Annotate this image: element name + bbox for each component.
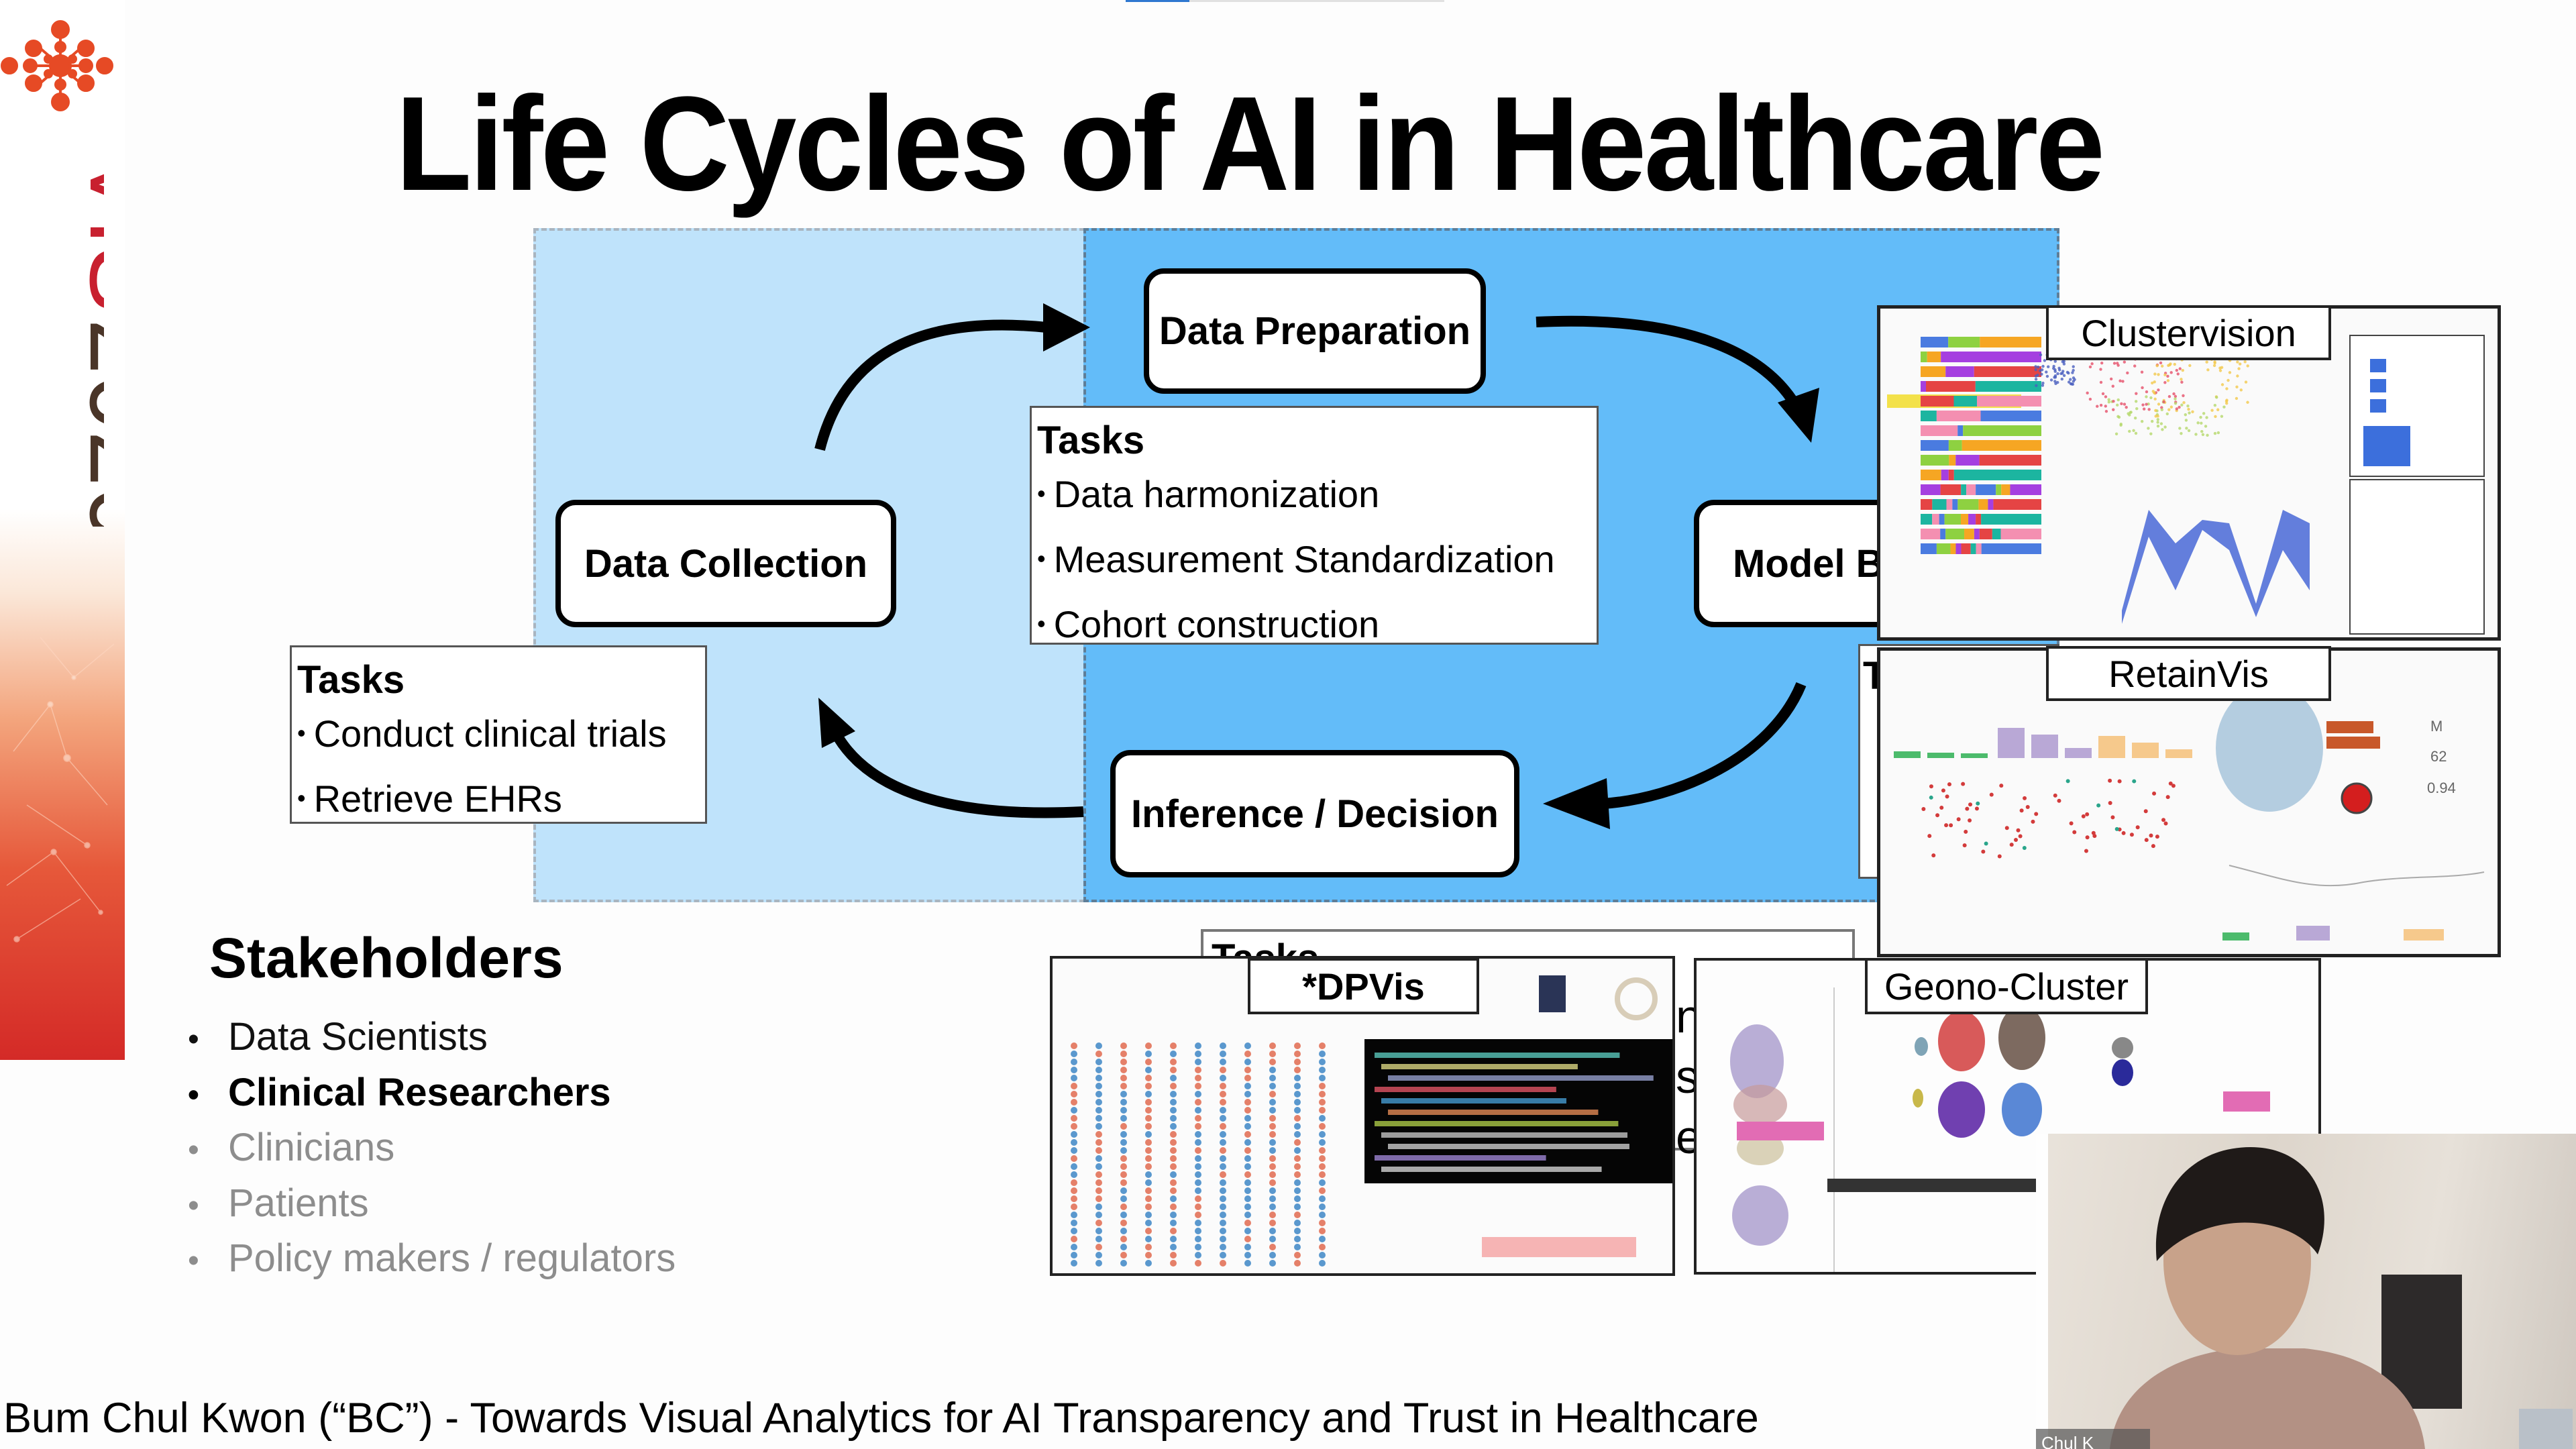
stakeholder-item-dimmed: • Policy makers / regulators	[188, 1236, 676, 1280]
speaker-webcam-video: Chul K	[2036, 1134, 2576, 1449]
stakeholder-item: • Data Scientists	[188, 1015, 488, 1059]
task-item: Data harmonization	[1037, 464, 1591, 529]
network-pattern-decoration	[6, 637, 115, 943]
dpvis-label: *DPVis	[1248, 958, 1479, 1014]
tasks-heading: Tasks	[297, 658, 405, 702]
stakeholder-item-dimmed: • Patients	[188, 1181, 369, 1225]
task-item: Conduct clinical trials	[297, 704, 700, 769]
vis-2020-wordmark: VIS 2020	[17, 151, 182, 543]
tasks-data-collection: Tasks Conduct clinical trials Retrieve E…	[290, 645, 707, 824]
year-wordmark-text: 2020	[69, 319, 104, 527]
retainvis-score-value: 0.94	[2427, 780, 2456, 796]
ieee-vis-logo-icon	[1, 20, 113, 111]
task-item: Cohort construction	[1037, 594, 1591, 659]
tasks-data-preparation: Tasks Data harmonization Measurement Sta…	[1030, 406, 1599, 645]
vis-wordmark-text: VIS	[69, 151, 104, 313]
retainvis-label: RetainVis	[2046, 646, 2331, 701]
tasks-heading: Tasks	[1037, 419, 1145, 462]
stage-label: Data Preparation	[1159, 309, 1471, 353]
geono-cluster-label: Geono-Cluster	[1865, 958, 2148, 1014]
slide-title: Life Cycles of AI in Healthcare	[395, 69, 2105, 219]
stage-label: Data Collection	[584, 541, 868, 586]
retainvis-gender-value: M	[2430, 718, 2443, 735]
participant-name-tag: Chul K	[2041, 1433, 2094, 1449]
speaker-silhouette: Chul K	[2036, 1134, 2573, 1449]
stage-inference-decision: Inference / Decision	[1110, 750, 1519, 877]
presentation-progress-fill	[1126, 0, 1189, 2]
stage-label: Inference / Decision	[1131, 792, 1499, 836]
stage-data-collection: Data Collection	[555, 500, 896, 627]
stage-data-preparation: Data Preparation	[1144, 268, 1486, 394]
stakeholder-item-dimmed: • Clinicians	[188, 1126, 395, 1169]
task-item: Retrieve EHRs	[297, 769, 700, 834]
presentation-progress-bar	[1126, 0, 1444, 2]
task-item: Measurement Standardization	[1037, 529, 1591, 594]
stakeholder-item-highlighted: • Clinical Researchers	[188, 1071, 611, 1114]
talk-caption: Bum Chul Kwon (“BC”) - Towards Visual An…	[3, 1395, 1759, 1442]
retainvis-age-value: 62	[2430, 748, 2447, 765]
stakeholders-heading: Stakeholders	[209, 926, 564, 989]
stage-label: Model B	[1733, 541, 1884, 586]
clustervision-label: Clustervision	[2046, 305, 2331, 360]
